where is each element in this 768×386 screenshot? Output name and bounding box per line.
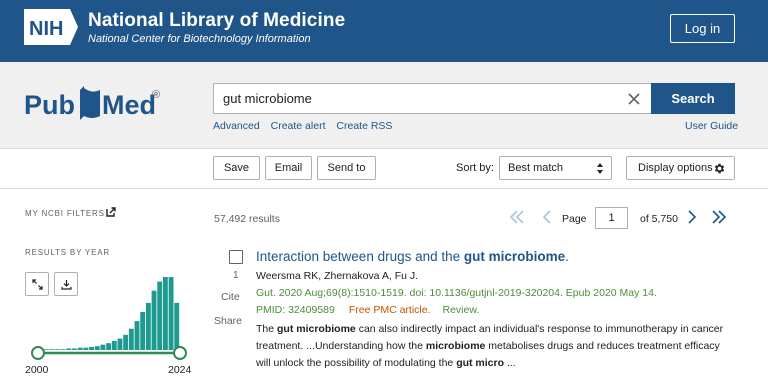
year-bar-2012[interactable] <box>106 343 112 350</box>
year-bar-2004[interactable] <box>60 349 66 350</box>
year-bar-2015[interactable] <box>123 334 129 350</box>
page-label: Page <box>562 213 587 225</box>
year-bar-2006[interactable] <box>72 348 77 350</box>
nih-header: NIH National Library of Medicine Nationa… <box>0 0 768 62</box>
sort-value: Best match <box>508 162 564 174</box>
snippet-highlight: gut micro <box>456 357 505 369</box>
ncbi-subtitle[interactable]: National Center for Biotechnology Inform… <box>88 33 311 45</box>
send-to-button[interactable]: Send to <box>317 156 376 180</box>
svg-text:Pub: Pub <box>24 90 75 120</box>
advanced-link[interactable]: Advanced <box>213 120 260 132</box>
pmid: PMID: 32409589 <box>256 304 335 316</box>
year-bar-2001[interactable] <box>43 349 49 350</box>
year-bar-2003[interactable] <box>55 349 60 350</box>
review-badge: Review. <box>442 304 480 316</box>
year-bar-2014[interactable] <box>117 338 123 350</box>
search-sub-links: Advanced Create alert Create RSS <box>213 120 400 132</box>
pubmed-logo[interactable]: Pub Med ® <box>24 80 164 124</box>
sort-arrows-icon <box>597 163 603 174</box>
nih-logo[interactable]: NIH <box>24 9 78 45</box>
year-bar-2021[interactable] <box>157 281 163 350</box>
gear-icon <box>714 163 725 174</box>
year-bar-2024[interactable] <box>174 302 180 350</box>
my-ncbi-filters-link[interactable]: MY NCBI FILTERS <box>25 209 105 218</box>
svg-text:Med: Med <box>102 90 156 120</box>
result-number: 1 <box>233 270 239 281</box>
save-button[interactable]: Save <box>213 156 260 180</box>
display-options-label: Display options <box>638 162 713 174</box>
search-button[interactable]: Search <box>651 83 735 114</box>
search-band: Pub Med ® gut microbiome Search Advanced… <box>0 62 768 149</box>
title-suffix: . <box>565 249 569 264</box>
external-link-icon <box>106 207 116 217</box>
year-bar-2009[interactable] <box>89 346 94 350</box>
year-bar-2020[interactable] <box>151 290 157 350</box>
year-bar-2016[interactable] <box>128 328 134 350</box>
share-button[interactable]: Share <box>214 315 242 327</box>
results-by-year-chart[interactable] <box>25 262 200 362</box>
sort-by-label: Sort by: <box>456 162 494 174</box>
next-page-icon[interactable] <box>686 209 698 225</box>
sort-select[interactable]: Best match <box>499 156 612 180</box>
clear-search-icon[interactable] <box>625 90 643 108</box>
year-bars <box>38 277 180 350</box>
year-bar-2010[interactable] <box>94 346 100 350</box>
title-highlight: gut microbiome <box>463 249 566 264</box>
year-bar-2023[interactable] <box>168 277 174 350</box>
year-bar-2011[interactable] <box>100 344 106 350</box>
nih-logo-text: NIH <box>29 18 63 40</box>
snippet-highlight: gut microbiome <box>277 323 356 335</box>
year-bar-2008[interactable] <box>83 347 89 350</box>
year-bar-2018[interactable] <box>140 312 146 350</box>
results-by-year-label: RESULTS BY YEAR <box>25 248 110 257</box>
first-page-icon[interactable] <box>509 209 525 225</box>
email-button[interactable]: Email <box>265 156 312 180</box>
year-bar-2017[interactable] <box>134 321 140 350</box>
create-rss-link[interactable]: Create RSS <box>336 120 392 132</box>
free-pmc-badge: Free PMC article. <box>348 304 431 316</box>
year-bar-2022[interactable] <box>162 277 168 350</box>
title-prefix: Interaction between drugs and the <box>256 249 464 264</box>
toolbar-divider <box>0 188 768 189</box>
page-number-input[interactable]: 1 <box>595 207 628 229</box>
nlm-title[interactable]: National Library of Medicine <box>88 10 345 32</box>
result-checkbox[interactable] <box>229 250 243 264</box>
result-authors: Weersma RK, Zhernakova A, Fu J. <box>256 270 419 282</box>
user-guide-link[interactable]: User Guide <box>685 120 738 132</box>
snippet-text: The <box>256 323 278 335</box>
result-ids: PMID: 32409589 Free PMC article. Review. <box>256 304 479 316</box>
year-range-end-label: 2024 <box>168 364 192 376</box>
year-bar-2002[interactable] <box>49 349 55 350</box>
last-page-icon[interactable] <box>711 209 727 225</box>
year-range-start-label: 2000 <box>25 364 49 376</box>
snippet-highlight: microbiome <box>425 340 486 352</box>
registered-mark: ® <box>152 89 160 101</box>
search-input[interactable]: gut microbiome <box>213 83 651 114</box>
year-bar-2007[interactable] <box>77 347 83 350</box>
create-alert-link[interactable]: Create alert <box>271 120 326 132</box>
year-bar-2005[interactable] <box>66 348 72 350</box>
cite-button[interactable]: Cite <box>221 291 240 303</box>
year-range-start-handle[interactable] <box>31 346 45 360</box>
result-count: 57,492 results <box>214 213 280 225</box>
result-title-link[interactable]: Interaction between drugs and the gut mi… <box>256 249 569 264</box>
year-bar-2013[interactable] <box>111 340 117 350</box>
previous-page-icon[interactable] <box>541 209 553 225</box>
login-button[interactable]: Log in <box>670 14 735 43</box>
total-pages: of 5,750 <box>640 213 678 225</box>
result-citation: Gut. 2020 Aug;69(8):1510-1519. doi: 10.1… <box>256 287 657 299</box>
result-snippet: The gut microbiome can also indirectly i… <box>256 321 736 372</box>
snippet-text: ... <box>504 357 516 369</box>
year-range-end-handle[interactable] <box>173 346 187 360</box>
display-options-button[interactable]: Display options <box>626 156 735 180</box>
year-bar-2019[interactable] <box>145 302 151 350</box>
